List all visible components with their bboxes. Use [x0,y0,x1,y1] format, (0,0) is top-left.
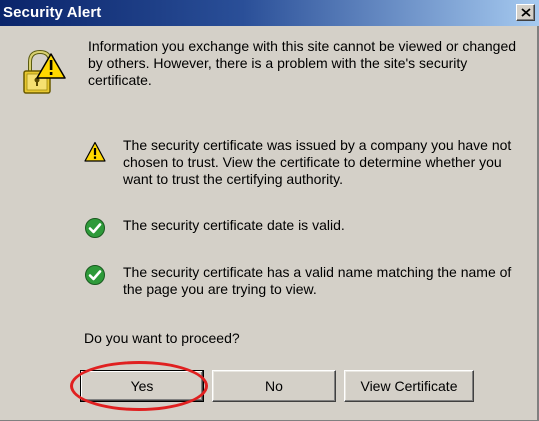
warning-item-text: The security certificate was issued by a… [123,137,512,187]
window-title: Security Alert [3,4,102,21]
proceed-question: Do you want to proceed? [84,330,240,346]
no-button[interactable]: No [212,370,336,402]
lock-warning-icon [23,49,66,94]
date-valid-text: The security certificate date is valid. [123,217,345,233]
title-bar[interactable]: Security Alert [0,0,539,26]
check-icon [85,218,105,238]
name-valid-text: The security certificate has a valid nam… [123,264,512,297]
warning-icon [84,141,106,162]
close-button[interactable] [516,4,535,21]
intro-text: Information you exchange with this site … [88,38,517,88]
close-icon [521,8,531,17]
check-icon [85,265,105,285]
yes-button[interactable]: Yes [80,370,204,402]
view-certificate-button[interactable]: View Certificate [344,370,474,402]
security-alert-dialog: Security Alert Information you exchange … [0,0,539,421]
